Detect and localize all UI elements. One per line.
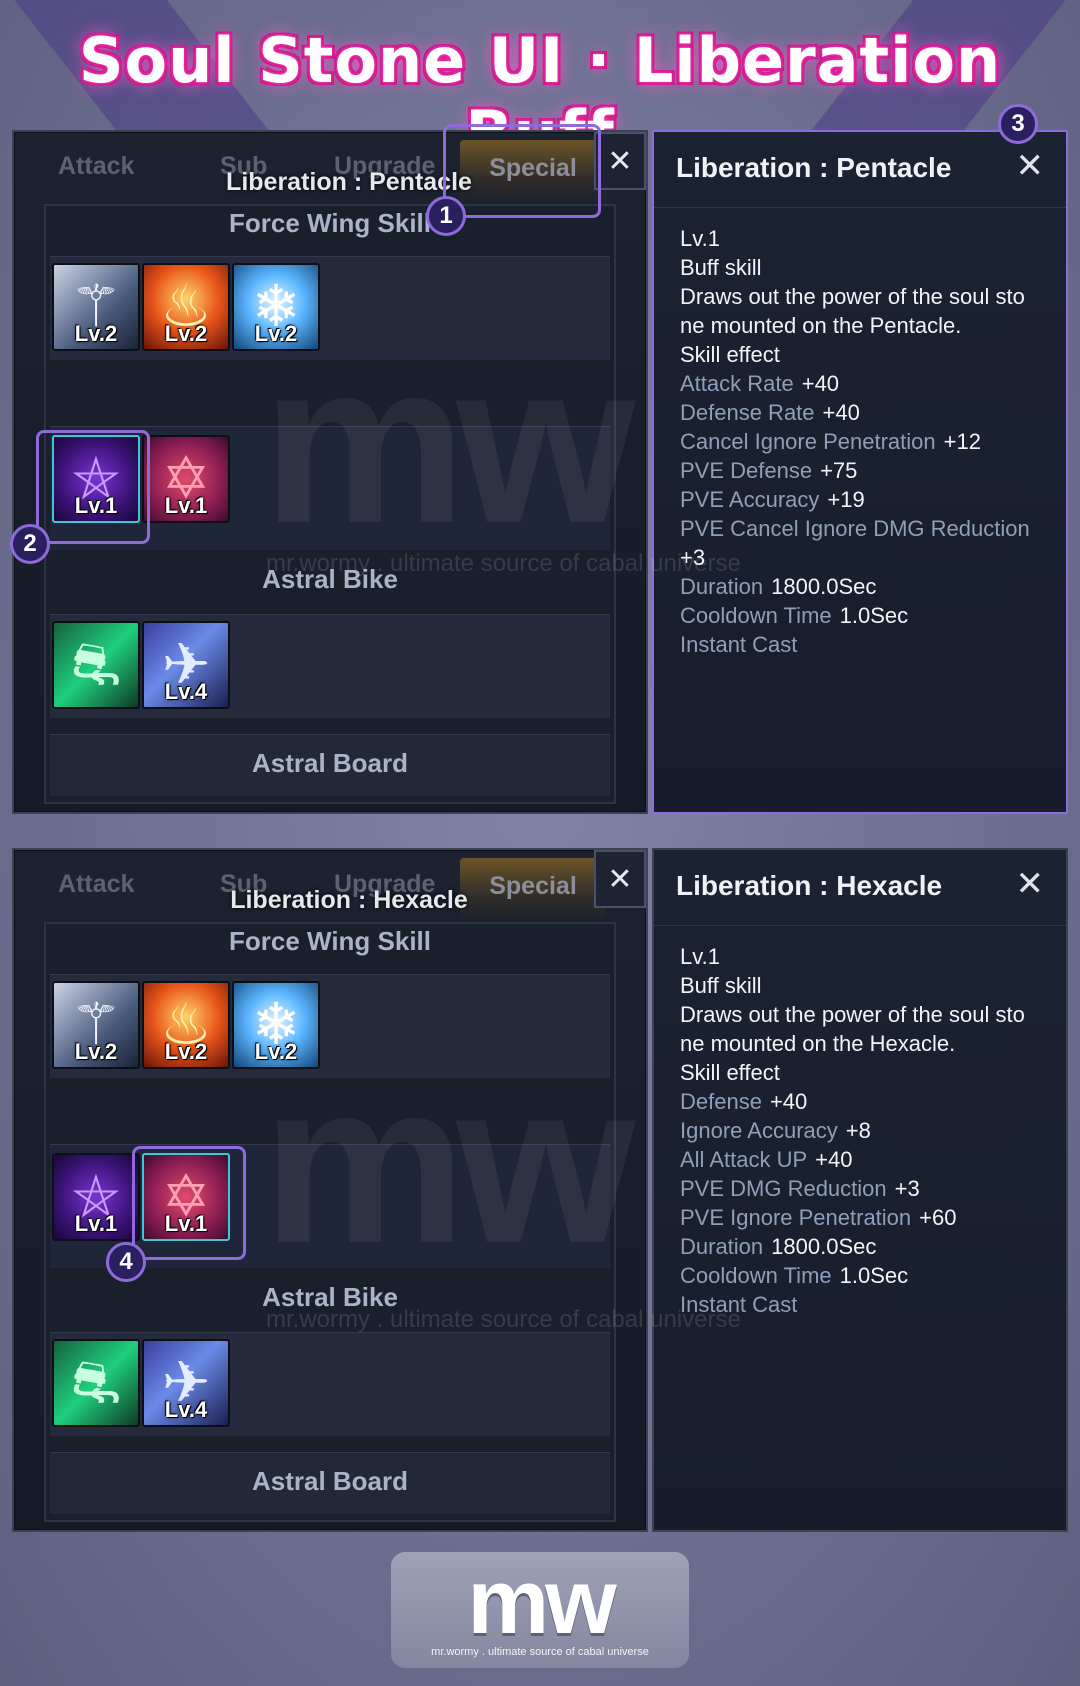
skill-description-cont: ne mounted on the Pentacle.	[680, 313, 962, 338]
tooltip-pentacle: Liberation : Pentacle ✕ Lv.1 Buff skill …	[652, 130, 1068, 814]
window-caption: Liberation : Pentacle	[226, 168, 472, 196]
skill-effect-label: Skill effect	[680, 342, 780, 367]
cast-type: Instant Cast	[680, 632, 798, 657]
stat-row: Ignore Accuracy +8	[680, 1118, 871, 1143]
close-icon[interactable]: ✕	[1016, 864, 1045, 904]
tab-special[interactable]: Special	[460, 858, 606, 918]
wing-dark-icon[interactable]: ⚚ Lv.2	[52, 981, 140, 1069]
close-button[interactable]: ✕	[594, 132, 646, 190]
tab-bar: Attack Sub Upgrade Special Liberation : …	[14, 850, 646, 922]
highlight-special-tab	[443, 124, 601, 218]
tab-attack[interactable]: Attack	[58, 152, 134, 181]
logo-tagline: mr.wormy . ultimate source of cabal univ…	[431, 1646, 649, 1658]
astral-board-icon[interactable]: ✈ Lv.4	[142, 1339, 230, 1427]
marker-3: 3	[998, 104, 1038, 144]
stat-row: PVE DMG Reduction +3	[680, 1176, 920, 1201]
marker-2: 2	[10, 524, 50, 564]
skill-level: Lv.1	[680, 944, 720, 969]
tooltip-title: Liberation : Pentacle	[676, 152, 952, 183]
section-astral-board: Astral Board	[251, 1466, 409, 1496]
highlight-pentacle	[36, 430, 150, 544]
highlight-hexacle	[132, 1146, 246, 1260]
skill-description-cont: ne mounted on the Hexacle.	[680, 1031, 956, 1056]
astral-bike-icon[interactable]: ⛐	[52, 1339, 140, 1427]
marker-1: 1	[426, 196, 466, 236]
tooltip-header: Liberation : Pentacle ✕	[654, 132, 1066, 208]
stat-row: Defense +40	[680, 1089, 808, 1114]
stat-row: PVE Cancel Ignore DMG Reduction	[680, 516, 1030, 541]
stat-row: Duration 1800.0Sec	[680, 1234, 877, 1259]
close-icon: ✕	[607, 861, 633, 897]
stat-row: Defense Rate +40	[680, 400, 860, 425]
section-force-wing-skill: Force Wing Skill	[228, 926, 432, 956]
tooltip-header: Liberation : Hexacle ✕	[654, 850, 1066, 926]
site-logo: mw mr.wormy . ultimate source of cabal u…	[391, 1552, 689, 1668]
skill-type: Buff skill	[680, 255, 762, 280]
skill-effect-label: Skill effect	[680, 1060, 780, 1085]
skill-description: Draws out the power of the soul sto	[680, 284, 1025, 309]
tooltip-body: Lv.1 Buff skill Draws out the power of t…	[654, 926, 1066, 1319]
tooltip-title: Liberation : Hexacle	[676, 870, 943, 901]
skill-description: Draws out the power of the soul sto	[680, 1002, 1025, 1027]
close-icon[interactable]: ✕	[1016, 146, 1045, 186]
hexacle-icon[interactable]: ✡ Lv.1	[142, 435, 230, 523]
wing-fire-icon[interactable]: ♨ Lv.2	[142, 263, 230, 351]
stat-row: Attack Rate +40	[680, 371, 840, 396]
watermark-logo: mw	[262, 1034, 635, 1291]
tooltip-body: Lv.1 Buff skill Draws out the power of t…	[654, 208, 1066, 659]
tooltip-hexacle: Liberation : Hexacle ✕ Lv.1 Buff skill D…	[652, 848, 1068, 1532]
astral-row: ⛐ ✈ Lv.4	[50, 1332, 610, 1436]
stat-row: PVE Defense +75	[680, 458, 858, 483]
marker-4: 4	[106, 1242, 146, 1282]
astral-row: ⛐ ✈ Lv.4	[50, 614, 610, 718]
pentacle-icon[interactable]: ⛤ Lv.1	[52, 1153, 140, 1241]
skill-type: Buff skill	[680, 973, 762, 998]
watermark-text: mr.wormy . ultimate source of cabal univ…	[266, 1306, 741, 1333]
astral-board-icon[interactable]: ✈ Lv.4	[142, 621, 230, 709]
watermark-logo: mw	[262, 314, 635, 571]
wing-fire-icon[interactable]: ♨ Lv.2	[142, 981, 230, 1069]
astral-bike-icon[interactable]: ⛐	[52, 621, 140, 709]
watermark-text: mr.wormy . ultimate source of cabal univ…	[266, 550, 741, 577]
section-astral-board: Astral Board	[251, 748, 409, 778]
stat-row: PVE Accuracy +19	[680, 487, 865, 512]
stat-row: All Attack UP +40	[680, 1147, 853, 1172]
stat-row: PVE Ignore Penetration +60	[680, 1205, 957, 1230]
close-button[interactable]: ✕	[594, 850, 646, 908]
stat-row: Cancel Ignore Penetration +12	[680, 429, 981, 454]
wing-dark-icon[interactable]: ⚚ Lv.2	[52, 263, 140, 351]
logo-mark: mw	[467, 1551, 616, 1653]
skill-level: Lv.1	[680, 226, 720, 251]
tab-attack[interactable]: Attack	[58, 870, 134, 899]
window-caption: Liberation : Hexacle	[230, 886, 468, 914]
stat-row: Cooldown Time 1.0Sec	[680, 603, 909, 628]
close-icon: ✕	[607, 143, 633, 179]
stat-row: Cooldown Time 1.0Sec	[680, 1263, 909, 1288]
